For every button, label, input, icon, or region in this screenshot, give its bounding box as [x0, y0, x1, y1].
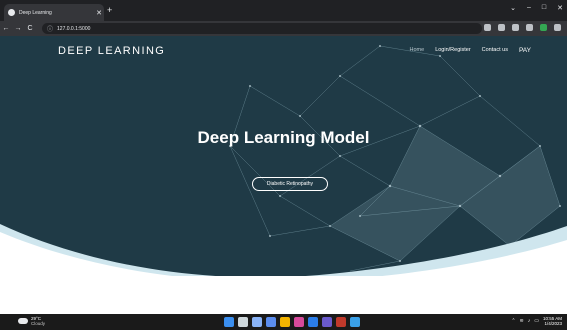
hero-section: DEEP LEARNING Home Login/Register Contac…	[0, 36, 567, 276]
battery-icon[interactable]: ▭	[534, 318, 539, 324]
reload-button[interactable]: C	[24, 25, 36, 32]
menu-icon[interactable]	[554, 24, 561, 31]
extensions-icon[interactable]	[512, 24, 519, 31]
site-info-icon[interactable]: ⓘ	[47, 24, 53, 33]
widgets-icon[interactable]	[266, 317, 276, 327]
forward-button[interactable]: →	[12, 25, 24, 32]
share-icon[interactable]	[484, 24, 491, 31]
tab-favicon-icon	[8, 9, 15, 16]
volume-icon[interactable]: ♪	[528, 318, 531, 324]
search-icon[interactable]	[238, 317, 248, 327]
weather-condition: Cloudy	[31, 321, 46, 326]
window-controls: ⌄ – □ ✕	[510, 4, 563, 12]
chrome-icon[interactable]	[280, 317, 290, 327]
maximize-button[interactable]: □	[542, 4, 546, 12]
taskbar-apps	[224, 317, 360, 327]
system-tray: ⌃ ≋ ♪ ▭ 10:55 AM 1/4/2023	[511, 316, 562, 326]
start-icon[interactable]	[224, 317, 234, 327]
url-text: 127.0.0.1:5000	[57, 25, 91, 32]
new-tab-button[interactable]: +	[107, 5, 112, 15]
address-bar[interactable]: ⓘ 127.0.0.1:5000	[42, 23, 482, 34]
sidebar-icon[interactable]	[526, 24, 533, 31]
back-button[interactable]: ←	[0, 25, 12, 32]
task-view-icon[interactable]	[252, 317, 262, 327]
os-taskbar: 29°C Cloudy ⌃ ≋ ♪ ▭ 10:55 AM 1/4/2023	[0, 314, 567, 330]
tab-title: Deep Learning	[19, 9, 52, 16]
weather-widget[interactable]: 29°C Cloudy	[18, 316, 45, 326]
browser-toolbar: ← → C ⓘ 127.0.0.1:5000	[0, 21, 567, 36]
tab-close-icon[interactable]: ✕	[94, 9, 104, 17]
browser-tab-strip: Deep Learning ✕ + ⌄ – □ ✕	[0, 0, 567, 21]
profile-icon[interactable]	[540, 24, 547, 31]
photos-icon[interactable]	[350, 317, 360, 327]
vscode-icon[interactable]	[322, 317, 332, 327]
tray-chevron-icon[interactable]: ⌃	[511, 318, 515, 324]
system-clock[interactable]: 10:55 AM 1/4/2023	[543, 316, 562, 326]
close-window-button[interactable]: ✕	[557, 4, 563, 12]
bookmark-star-icon[interactable]	[498, 24, 505, 31]
clock-date: 1/4/2023	[544, 321, 562, 326]
store-icon[interactable]	[336, 317, 346, 327]
mail-icon[interactable]	[308, 317, 318, 327]
tab-search-icon[interactable]: ⌄	[510, 4, 516, 12]
browser-tab[interactable]: Deep Learning ✕	[4, 4, 104, 21]
minimize-button[interactable]: –	[527, 4, 531, 12]
hero-wave-divider	[0, 224, 567, 276]
toolbar-icons	[484, 24, 561, 31]
wifi-icon[interactable]: ≋	[520, 318, 524, 324]
cloud-icon	[18, 318, 28, 324]
file-explorer-icon[interactable]	[294, 317, 304, 327]
